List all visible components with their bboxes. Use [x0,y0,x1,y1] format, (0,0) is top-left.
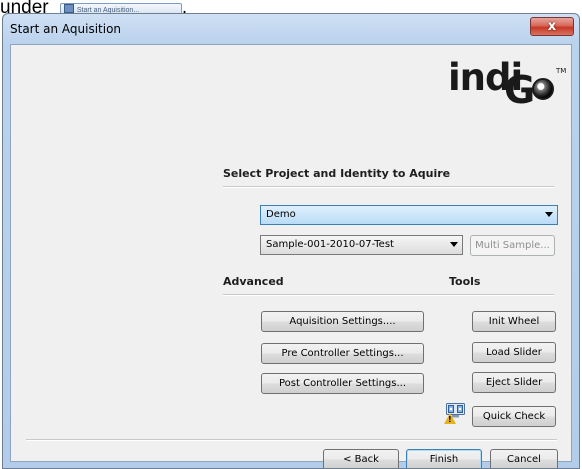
window-icon [63,4,74,13]
init-wheel-button[interactable]: Init Wheel [472,311,556,332]
advanced-heading: Advanced [223,275,284,288]
chevron-down-icon [450,242,458,247]
project-dropdown-value: Demo [266,209,296,220]
post-controller-settings-button[interactable]: Post Controller Settings... [261,373,424,394]
finish-button[interactable]: Finish [406,449,482,468]
logo-text-g: G [504,68,535,112]
load-slider-button[interactable]: Load Slider [472,342,556,363]
advanced-divider [223,294,554,296]
chevron-down-icon [545,212,553,217]
warning-icon [444,413,456,424]
sample-dropdown-value: Sample-001-2010-07-Test [266,239,394,250]
pre-controller-settings-button[interactable]: Pre Controller Settings... [261,343,424,364]
footer-divider [26,439,557,441]
logo-ball-icon [532,78,554,100]
dialog-client-area: indi G TM Select Project and Identity to… [10,44,572,468]
dialog-window: Start an Aquisition x indi G TM Select P… [2,13,580,469]
select-divider [223,186,554,188]
aquisition-settings-button[interactable]: Aquisition Settings.... [261,311,424,332]
project-dropdown[interactable]: Demo [260,205,558,225]
sample-dropdown[interactable]: Sample-001-2010-07-Test [260,235,463,255]
eject-slider-button[interactable]: Eject Slider [472,372,556,393]
close-button[interactable]: x [530,17,574,36]
select-project-heading: Select Project and Identity to Aquire [223,167,451,180]
cancel-button[interactable]: Cancel [490,449,558,468]
window-title: Start an Aquisition [10,22,122,36]
title-bar[interactable]: Start an Aquisition x [3,14,579,44]
multi-sample-button[interactable]: Multi Sample... [470,235,555,256]
close-icon: x [547,19,557,34]
tools-heading: Tools [449,275,481,288]
quick-check-button[interactable]: Quick Check [472,406,556,427]
status-indicator[interactable] [444,403,466,427]
back-button[interactable]: < Back [323,449,399,468]
logo-trademark: TM [556,67,567,75]
